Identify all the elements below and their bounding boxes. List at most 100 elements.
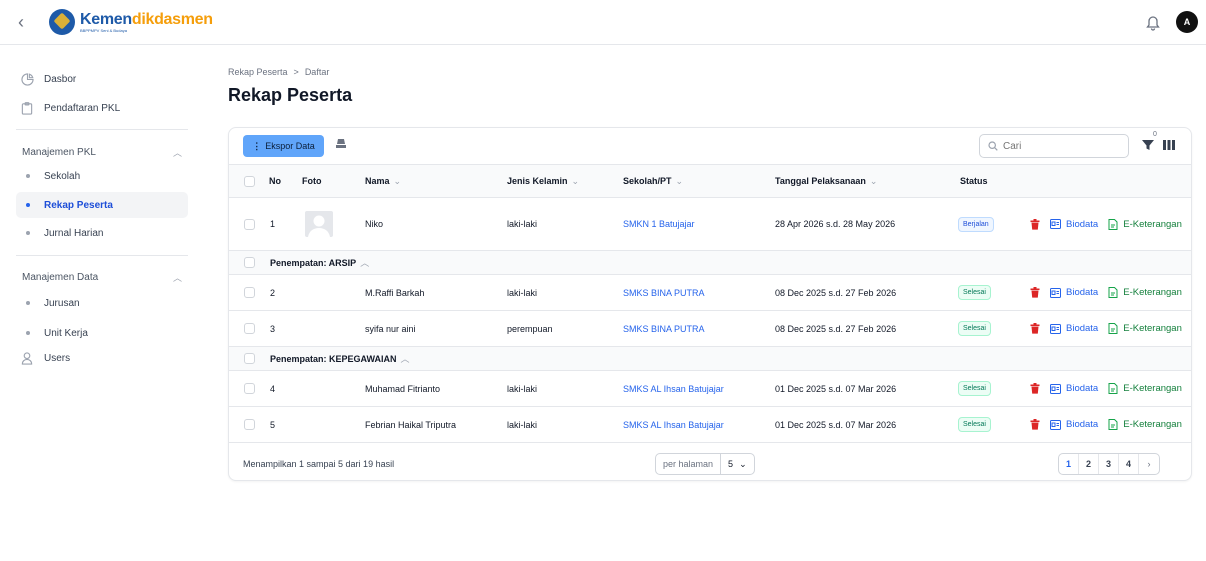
row-checkbox[interactable] <box>244 383 255 394</box>
breadcrumb-root[interactable]: Rekap Peserta <box>228 67 288 77</box>
sidebar-divider <box>16 255 188 256</box>
group-checkbox[interactable] <box>244 353 255 364</box>
logo-text-primary: Kemen <box>80 10 132 28</box>
filter-icon[interactable] <box>1141 138 1155 152</box>
cell-sekolah-link[interactable]: SMKS AL Ihsan Batujajar <box>623 371 724 406</box>
sidebar-group-label: Manajemen PKL <box>22 146 96 158</box>
table-toolbar: ⋮ Ekspor Data 0 <box>229 128 1191 164</box>
bell-icon[interactable] <box>1145 13 1161 31</box>
sidebar-item-pendaftaran-pkl[interactable]: Pendaftaran PKL <box>16 95 188 121</box>
page-button[interactable]: 2 <box>1079 454 1099 474</box>
search-input[interactable] <box>1003 140 1113 152</box>
status-badge: Selesai <box>958 381 991 396</box>
sidebar-item-label: Jurusan <box>44 297 80 309</box>
sidebar-item-sekolah[interactable]: Sekolah <box>16 163 188 189</box>
e-keterangan-button[interactable]: E-Keterangan <box>1108 287 1182 298</box>
e-keterangan-button[interactable]: E-Keterangan <box>1108 419 1182 430</box>
page-button[interactable]: 4 <box>1119 454 1139 474</box>
user-avatar[interactable]: A <box>1176 11 1198 33</box>
biodata-button[interactable]: Biodata <box>1050 419 1098 430</box>
search-box[interactable] <box>979 134 1129 158</box>
cell-jenis-kelamin: laki-laki <box>507 219 538 229</box>
sidebar-group-manajemen-data[interactable]: Manajemen Data ︿ <box>22 269 182 285</box>
page-button[interactable]: 1 <box>1059 454 1079 474</box>
per-page-value: 5 <box>728 459 734 469</box>
sidebar-item-jurusan[interactable]: Jurusan <box>16 290 188 316</box>
page-button[interactable]: 3 <box>1099 454 1119 474</box>
back-chevron-icon[interactable]: ‹ <box>18 11 38 33</box>
cell-sekolah-link[interactable]: SMKN 1 Batujajar <box>623 198 695 250</box>
cell-nama: syifa nur aini <box>365 323 416 334</box>
group-label: Penempatan: ARSIP <box>270 257 357 268</box>
cell-jenis-kelamin: laki-laki <box>507 383 538 394</box>
breadcrumb-separator: > <box>293 67 299 77</box>
row-actions: Biodata E-Keterangan <box>1030 311 1182 346</box>
group-row-kepegawaian[interactable]: Penempatan: KEPEGAWAIAN ︿ <box>229 347 1191 371</box>
e-keterangan-label: E-Keterangan <box>1123 383 1182 394</box>
trash-icon[interactable] <box>1030 419 1040 430</box>
logo-emblem-icon <box>49 9 75 35</box>
group-row-arsip[interactable]: Penempatan: ARSIP ︿ <box>229 251 1191 275</box>
e-keterangan-label: E-Keterangan <box>1123 218 1182 230</box>
chevron-up-icon: ︿ <box>400 354 410 364</box>
col-no: No <box>269 176 281 186</box>
cell-sekolah-link[interactable]: SMKS BINA PUTRA <box>623 275 705 310</box>
id-card-icon <box>1050 383 1061 394</box>
e-keterangan-button[interactable]: E-Keterangan <box>1108 218 1182 230</box>
e-keterangan-label: E-Keterangan <box>1123 323 1182 334</box>
select-all-checkbox[interactable] <box>244 175 255 187</box>
biodata-button[interactable]: Biodata <box>1050 383 1098 394</box>
e-keterangan-label: E-Keterangan <box>1123 419 1182 430</box>
row-checkbox[interactable] <box>244 323 255 334</box>
row-checkbox[interactable] <box>244 287 255 298</box>
row-checkbox[interactable] <box>244 419 255 430</box>
sidebar-item-jurnal-harian[interactable]: Jurnal Harian <box>16 220 188 246</box>
cell-nama: M.Raffi Barkah <box>365 287 425 298</box>
export-data-button[interactable]: ⋮ Ekspor Data <box>243 135 324 157</box>
sidebar-group-manajemen-pkl[interactable]: Manajemen PKL ︿ <box>22 144 182 160</box>
columns-icon[interactable] <box>1162 138 1176 152</box>
col-tanggal[interactable]: Tanggal Pelaksanaan ⌄ <box>775 165 877 197</box>
eraser-icon[interactable] <box>335 138 347 152</box>
table-row: 2 M.Raffi Barkah laki-laki SMKS BINA PUT… <box>229 275 1191 311</box>
logo-text-secondary: dikdasmen <box>131 10 213 28</box>
logo[interactable]: Kemendikdasmen BBPPMPV Seni & Budaya <box>49 7 213 37</box>
biodata-button[interactable]: Biodata <box>1050 287 1098 298</box>
sidebar-item-users[interactable]: Users <box>16 345 188 371</box>
sidebar-item-label: Users <box>44 352 71 364</box>
cell-tanggal: 28 Apr 2026 s.d. 28 May 2026 <box>775 219 896 229</box>
row-checkbox[interactable] <box>244 218 255 230</box>
biodata-button[interactable]: Biodata <box>1050 219 1098 230</box>
trash-icon[interactable] <box>1030 383 1040 394</box>
sidebar-item-unit-kerja[interactable]: Unit Kerja <box>16 320 188 346</box>
sidebar-item-dasbor[interactable]: Dasbor <box>16 66 188 92</box>
sidebar-item-rekap-peserta[interactable]: Rekap Peserta <box>16 192 188 218</box>
trash-icon[interactable] <box>1030 287 1040 298</box>
bullet-icon <box>26 331 30 335</box>
cell-no: 1 <box>270 219 276 229</box>
biodata-button[interactable]: Biodata <box>1050 323 1098 334</box>
e-keterangan-label: E-Keterangan <box>1123 287 1182 298</box>
col-jenis-kelamin[interactable]: Jenis Kelamin ⌄ <box>507 165 579 197</box>
cell-tanggal: 08 Dec 2025 s.d. 27 Feb 2026 <box>775 287 897 298</box>
col-nama[interactable]: Nama ⌄ <box>365 165 401 197</box>
biodata-label: Biodata <box>1066 383 1099 394</box>
e-keterangan-button[interactable]: E-Keterangan <box>1108 383 1182 394</box>
table-footer: Menampilkan 1 sampai 5 dari 19 hasil per… <box>229 446 1191 480</box>
biodata-label: Biodata <box>1066 419 1099 430</box>
next-page-chevron-icon[interactable]: › <box>1139 454 1159 474</box>
cell-no: 5 <box>270 419 276 430</box>
col-sekolah[interactable]: Sekolah/PT ⌄ <box>623 165 683 197</box>
top-bar: ‹ Kemendikdasmen BBPPMPV Seni & Budaya A <box>0 0 1206 45</box>
cell-sekolah-link[interactable]: SMKS AL Ihsan Batujajar <box>623 407 724 442</box>
sidebar-item-label: Rekap Peserta <box>44 199 113 211</box>
col-nama-label: Nama <box>365 176 390 186</box>
trash-icon[interactable] <box>1030 323 1040 334</box>
trash-icon[interactable] <box>1030 218 1040 230</box>
group-checkbox[interactable] <box>244 257 255 268</box>
cell-sekolah-link[interactable]: SMKS BINA PUTRA <box>623 311 705 346</box>
status-badge: Selesai <box>958 321 991 336</box>
e-keterangan-button[interactable]: E-Keterangan <box>1108 323 1182 334</box>
group-label: Penempatan: KEPEGAWAIAN <box>270 353 397 364</box>
per-page-select[interactable]: per halaman 5 ⌄ <box>655 453 755 475</box>
